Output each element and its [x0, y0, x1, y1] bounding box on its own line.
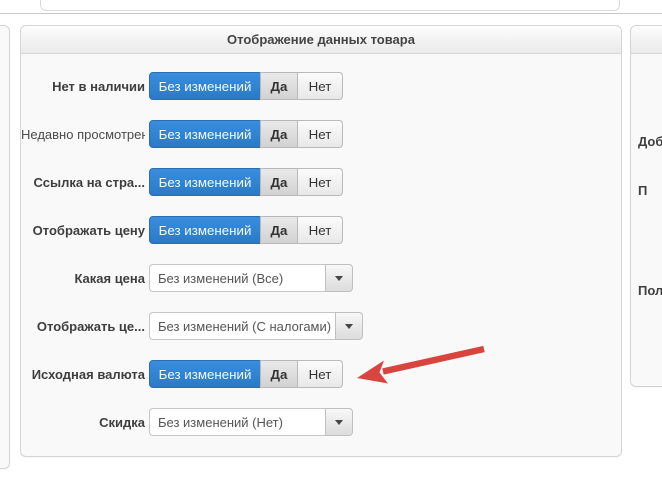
price-type-select[interactable]: Без изменений (Все) — [149, 264, 353, 292]
segmented-control: Без изменений Да Нет — [149, 168, 343, 196]
option-no-change-button[interactable]: Без изменений — [149, 72, 261, 100]
right-field-label: Доб — [638, 134, 662, 149]
field-label: Какая цена — [74, 270, 145, 286]
right-field-label: П — [638, 183, 648, 198]
option-no-change-button[interactable]: Без изменений — [149, 168, 261, 196]
option-no-button[interactable]: Нет — [297, 120, 343, 148]
panel-title: Отображение данных товара — [21, 26, 621, 54]
row-iskhodnaya-valyuta: Исходная валюта Без изменений Да Нет — [21, 360, 621, 388]
option-no-button[interactable]: Нет — [297, 360, 343, 388]
option-yes-button[interactable]: Да — [260, 216, 298, 244]
caret-down-icon — [325, 408, 353, 436]
product-display-panel: Отображение данных товара Нет в наличии … — [20, 25, 622, 457]
field-label: Отображать цену — [32, 222, 145, 238]
option-no-button[interactable]: Нет — [297, 72, 343, 100]
option-no-change-button[interactable]: Без изменений — [149, 360, 261, 388]
option-yes-button[interactable]: Да — [260, 120, 298, 148]
row-nedavno-prosmotren: Недавно просмотрен Без изменений Да Нет — [21, 120, 621, 148]
select-value: Без изменений (С налогами) — [149, 312, 336, 340]
row-otobrazhat-tsenu: Отображать цену Без изменений Да Нет — [21, 216, 621, 244]
tax-display-select[interactable]: Без изменений (С налогами) — [149, 312, 363, 340]
page: Отображение данных товара Нет в наличии … — [0, 0, 662, 503]
row-ssylka-na-stranitsu: Ссылка на стра... Без изменений Да Нет — [21, 168, 621, 196]
segmented-control: Без изменений Да Нет — [149, 120, 343, 148]
left-panel-partial — [0, 25, 10, 469]
segmented-control: Без изменений Да Нет — [149, 216, 343, 244]
segmented-control: Без изменений Да Нет — [149, 72, 343, 100]
right-panel-header — [631, 26, 662, 54]
option-yes-button[interactable]: Да — [260, 168, 298, 196]
row-net-v-nalichii: Нет в наличии Без изменений Да Нет — [21, 72, 621, 100]
right-field-label: Пол — [638, 283, 662, 298]
row-kakaya-tsena: Какая цена Без изменений (Все) — [21, 264, 621, 292]
select-value: Без изменений (Нет) — [149, 408, 326, 436]
panel-above-partial — [40, 0, 620, 11]
field-label: Нет в наличии — [52, 78, 145, 94]
option-no-button[interactable]: Нет — [297, 216, 343, 244]
select-value: Без изменений (Все) — [149, 264, 326, 292]
option-yes-button[interactable]: Да — [260, 360, 298, 388]
caret-down-icon — [335, 312, 363, 340]
panel-body: Нет в наличии Без изменений Да Нет Недав… — [21, 54, 621, 436]
option-no-change-button[interactable]: Без изменений — [149, 216, 261, 244]
horizontal-divider — [0, 13, 662, 14]
segmented-control: Без изменений Да Нет — [149, 360, 343, 388]
field-label: Недавно просмотрен — [21, 126, 145, 142]
caret-down-icon — [325, 264, 353, 292]
right-panel-partial: Доб П Пол — [630, 25, 662, 387]
field-label: Исходная валюта — [31, 366, 145, 382]
discount-select[interactable]: Без изменений (Нет) — [149, 408, 353, 436]
field-label: Скидка — [99, 414, 145, 430]
field-label: Отображать це... — [36, 318, 145, 334]
option-no-button[interactable]: Нет — [297, 168, 343, 196]
row-skidka: Скидка Без изменений (Нет) — [21, 408, 621, 436]
option-no-change-button[interactable]: Без изменений — [149, 120, 261, 148]
row-otobrazhat-tse: Отображать це... Без изменений (С налога… — [21, 312, 621, 340]
field-label: Ссылка на стра... — [33, 174, 145, 190]
option-yes-button[interactable]: Да — [260, 72, 298, 100]
